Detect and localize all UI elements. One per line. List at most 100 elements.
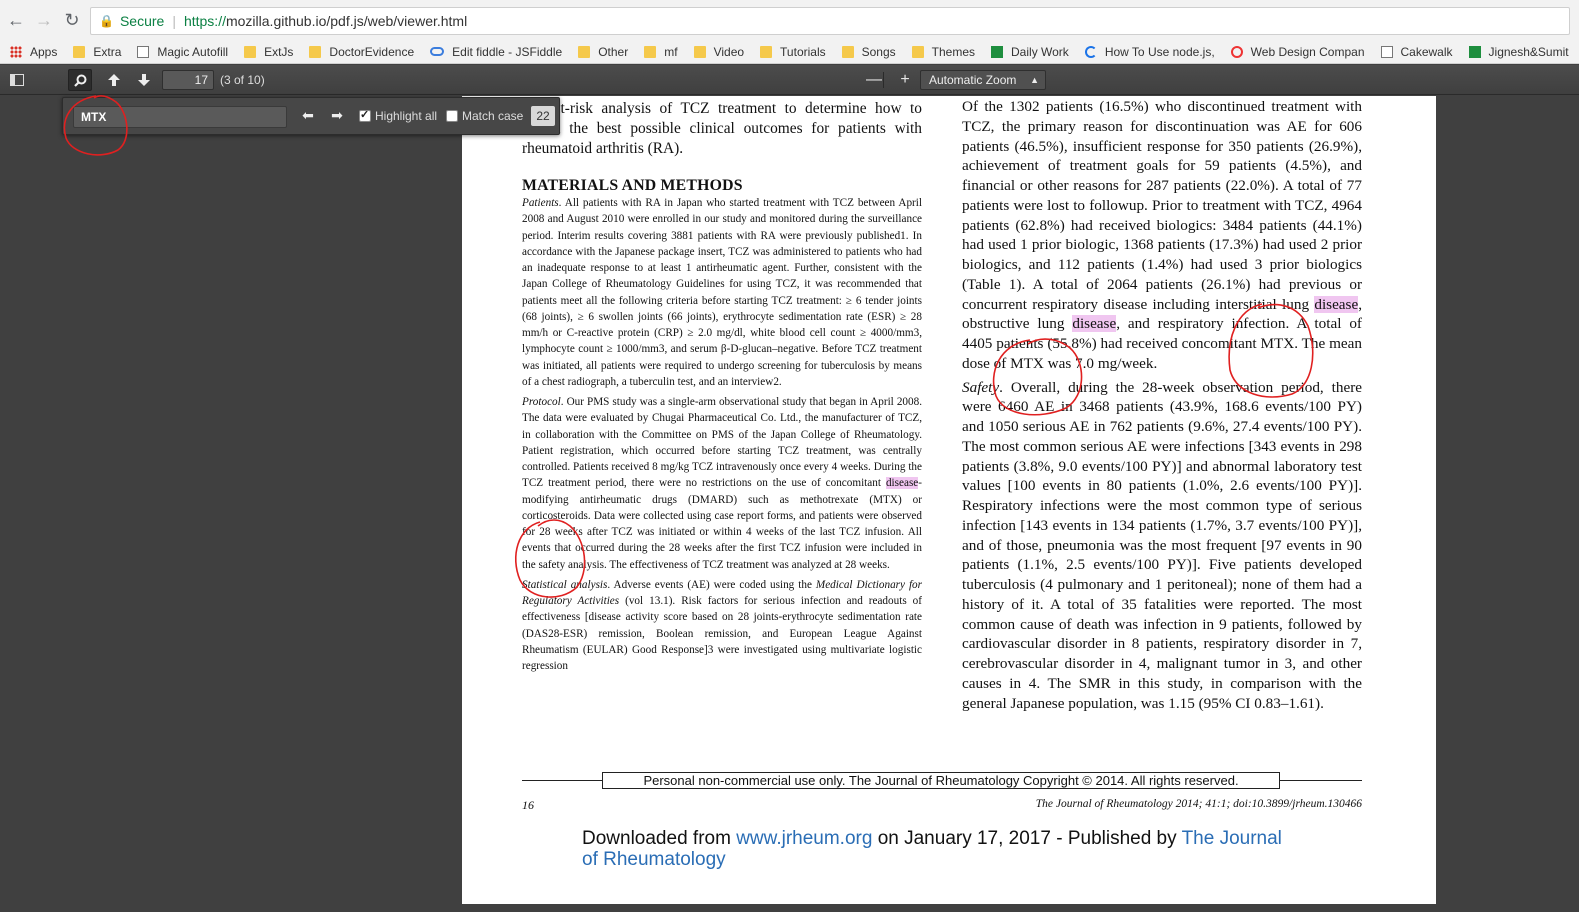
bookmark-label: Themes	[931, 44, 976, 59]
folder-icon	[911, 45, 924, 58]
back-arrow-icon[interactable]: ←	[2, 6, 30, 34]
intro-line: benefit-risk analysis of TCZ treatment t…	[522, 100, 922, 117]
ring-icon	[1230, 45, 1243, 58]
download-notice: Downloaded from www.jrheum.org on Januar…	[582, 828, 1282, 870]
bookmark-item[interactable]: Songs	[841, 45, 896, 59]
bookmark-item[interactable]: Extra	[73, 45, 121, 59]
url-bar[interactable]: 🔒 Secure | https:// mozilla.github.io/pd…	[90, 7, 1570, 35]
intro-text: benefit-risk analysis of TCZ treatment t…	[522, 99, 922, 159]
folder-icon	[841, 45, 854, 58]
page-number-input[interactable]: 17	[162, 70, 214, 90]
zoom-select-value: Automatic Zoom	[929, 73, 1017, 87]
pdf-page: benefit-risk analysis of TCZ treatment t…	[462, 96, 1436, 904]
bookmark-item[interactable]: Video	[693, 44, 745, 59]
folder-icon	[578, 45, 591, 58]
spinner-icon	[1084, 45, 1097, 58]
bookmark-item[interactable]: How To Use node.js,	[1084, 45, 1215, 59]
folder-icon	[244, 45, 257, 58]
paragraph-label: Protocol	[522, 396, 561, 408]
bookmark-item[interactable]: Apps	[10, 45, 57, 59]
paragraph-label: Safety	[962, 378, 1000, 396]
bookmark-label: ExtJs	[264, 44, 294, 59]
find-previous-icon[interactable]: ⬅	[295, 107, 321, 127]
bookmark-item[interactable]: Themes	[911, 44, 976, 59]
discontinuation-paragraph: Of the 1302 patients (16.5%) who discont…	[962, 97, 1362, 374]
search-highlight: disease	[1314, 295, 1359, 313]
search-highlight: disease	[885, 477, 919, 490]
bookmark-label: Apps	[30, 44, 58, 59]
folder-icon	[73, 45, 86, 58]
patients-paragraph: Patients. All patients with RA in Japan …	[522, 195, 922, 390]
copyright-notice: Personal non-commercial use only. The Jo…	[602, 772, 1280, 789]
bookmark-item[interactable]: Magic Autofill	[137, 45, 228, 59]
page-icon	[1380, 45, 1393, 58]
bookmark-label: Edit fiddle - JSFiddle	[452, 44, 563, 59]
highlight-all-checkbox[interactable]	[359, 108, 371, 122]
match-case-checkbox[interactable]	[446, 110, 458, 122]
bookmark-label: Other	[598, 44, 629, 59]
search-highlight: disease	[1072, 315, 1117, 333]
reload-icon[interactable]: ↻	[58, 6, 86, 34]
paragraph-text: . All patients with RA in Japan who star…	[522, 197, 922, 388]
browser-address-bar: ← → ↻ 🔒 Secure | https:// mozilla.github…	[0, 0, 1579, 40]
copyright-line: Personal non-commercial use only. The Jo…	[522, 772, 1362, 789]
highlight-all-label: Highlight all	[375, 109, 438, 123]
match-case-label: Match case	[462, 109, 524, 123]
bookmark-item[interactable]: Daily Work	[991, 45, 1069, 59]
protocol-paragraph: Protocol. Our PMS study was a single-arm…	[522, 394, 922, 573]
find-search-icon[interactable]	[68, 69, 92, 91]
bookmark-item[interactable]: mf	[644, 45, 678, 59]
jrheum-link[interactable]: www.jrheum.org	[736, 828, 872, 849]
bookmark-item[interactable]: Jignesh&Sumit	[1468, 44, 1569, 59]
bookmark-label: Tutorials	[780, 44, 826, 59]
bookmark-label: Video	[713, 44, 745, 59]
find-next-icon[interactable]: ➡	[324, 107, 350, 127]
bookmark-item[interactable]: ExtJs	[244, 45, 293, 59]
apps-icon	[10, 45, 22, 58]
toolbar-divider	[883, 72, 884, 88]
cloud-icon	[430, 47, 445, 56]
bookmark-item[interactable]: Tutorials	[760, 45, 826, 59]
bookmark-item[interactable]: DoctorEvidence	[309, 45, 414, 59]
zoom-in-button[interactable]: +	[893, 69, 917, 91]
bookmark-item[interactable]: Cakewalk	[1380, 45, 1453, 59]
folder-icon	[644, 45, 657, 58]
bookmark-label: Magic Autofill	[157, 44, 229, 59]
bookmark-label: Jignesh&Sumit	[1488, 44, 1569, 59]
bookmark-item[interactable]: Edit fiddle - JSFiddle	[430, 45, 562, 59]
statistical-paragraph: Statistical analysis. Adverse events (AE…	[522, 577, 922, 675]
previous-page-icon[interactable]	[102, 69, 126, 91]
page-number-footer: 16	[522, 798, 534, 812]
forward-arrow-icon[interactable]: →	[30, 6, 58, 34]
next-page-icon[interactable]	[132, 69, 156, 91]
download-text: Downloaded from	[582, 828, 737, 849]
safety-paragraph: Safety. Overall, during the 28-week obse…	[962, 378, 1362, 714]
section-heading: MATERIALS AND METHODS	[522, 177, 743, 194]
bookmark-label: DoctorEvidence	[329, 44, 415, 59]
paragraph-text: -modifying antirheumatic drugs (DMARD) s…	[522, 477, 922, 571]
find-bar: MTX ⬅ ➡ Highlight all Match case 22	[62, 97, 560, 135]
page-icon	[137, 45, 150, 58]
paragraph-text: . Adverse events (AE) were coded using t…	[607, 578, 816, 591]
journal-reference: The Journal of Rheumatology 2014; 41:1; …	[1035, 798, 1362, 810]
zoom-select[interactable]: Automatic Zoom ▲	[920, 70, 1046, 90]
left-column: benefit-risk analysis of TCZ treatment t…	[522, 96, 922, 674]
folder-icon	[309, 45, 322, 58]
bookmark-item[interactable]: Other	[578, 45, 628, 59]
paragraph-text: . Our PMS study was a single-arm observa…	[522, 396, 922, 490]
paragraph-text: Of the 1302 patients (16.5%) who discont…	[962, 98, 1362, 313]
url-separator: |	[172, 13, 176, 29]
sheet-icon	[991, 45, 1004, 58]
bookmark-label: Daily Work	[1011, 44, 1069, 59]
lock-icon: 🔒	[99, 14, 114, 28]
bookmark-item[interactable]: Web Design Compan	[1230, 44, 1365, 59]
sidebar-toggle-icon[interactable]	[5, 69, 29, 91]
select-arrows-icon: ▲	[1030, 75, 1039, 85]
bookmark-label: Web Design Compan	[1250, 44, 1365, 59]
match-count-badge: 22	[531, 106, 555, 126]
find-input[interactable]: MTX	[73, 106, 287, 128]
intro-line: obtain the best possible clinical outcom…	[522, 120, 922, 137]
folder-icon	[760, 45, 773, 58]
intro-line: rheumatoid arthritis (RA).	[522, 140, 684, 157]
download-text: on January 17, 2017 - Published by	[872, 828, 1182, 849]
